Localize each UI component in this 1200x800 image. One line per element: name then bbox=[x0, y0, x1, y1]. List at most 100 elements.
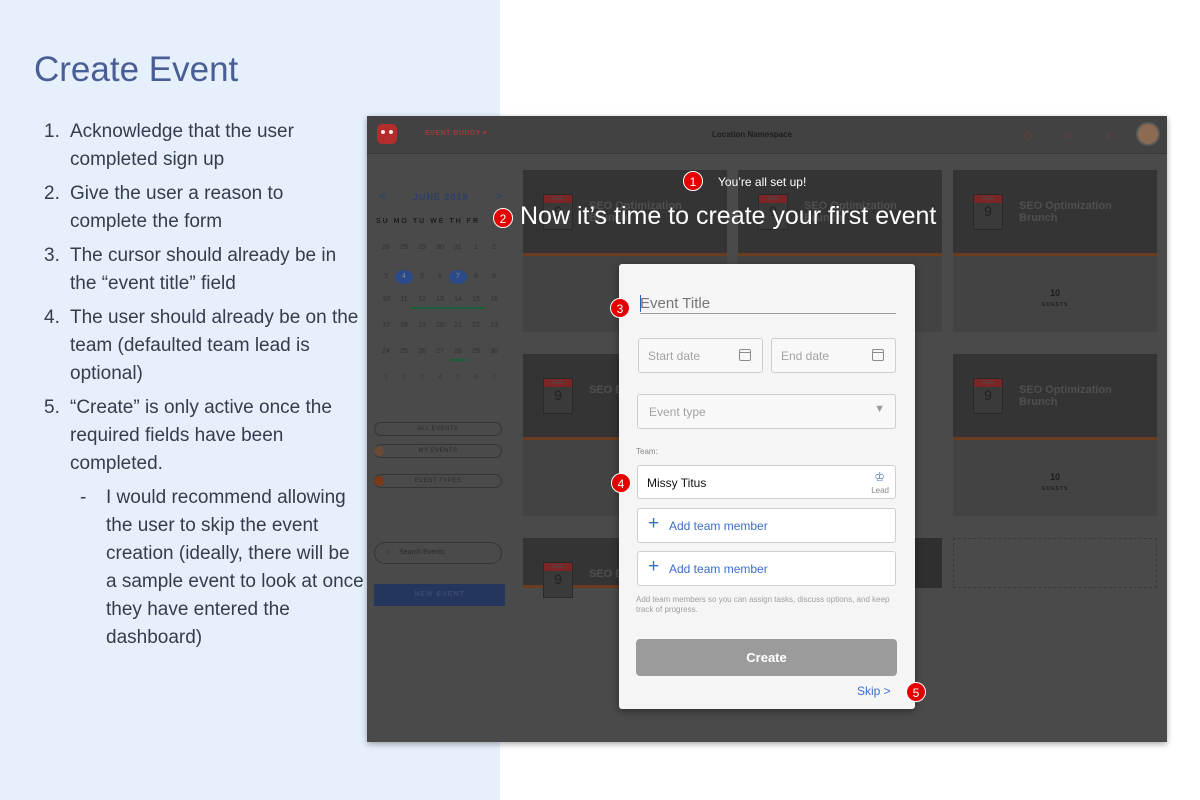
filter-all-events[interactable]: ALL EVENTS bbox=[374, 422, 502, 436]
calendar-day-label: 4 bbox=[395, 270, 413, 284]
empty-card-slot[interactable] bbox=[953, 538, 1157, 588]
new-event-button[interactable]: NEW EVENT bbox=[374, 584, 505, 606]
calendar-day[interactable]: 17 bbox=[377, 322, 395, 329]
calendar-day[interactable]: 3 bbox=[377, 273, 395, 280]
calendar-day[interactable]: 21 bbox=[449, 322, 467, 329]
subnote-dash: - bbox=[80, 487, 87, 508]
calendar-day[interactable]: 29 bbox=[413, 244, 431, 251]
guest-count: 10 GUESTS bbox=[953, 288, 1157, 308]
start-date-field[interactable]: Start date bbox=[638, 338, 763, 373]
event-card-date: 9 bbox=[973, 194, 1003, 230]
calendar-range-underline bbox=[449, 359, 467, 361]
calendar-day[interactable]: 1 bbox=[377, 374, 395, 381]
calendar-day[interactable]: 19 bbox=[413, 322, 431, 329]
note-number: 3. bbox=[44, 245, 60, 266]
calendar-day[interactable]: 30 bbox=[431, 244, 449, 251]
note-item: 2. Give the user a reason to complete the… bbox=[44, 180, 364, 236]
step-badge-4: 4 bbox=[611, 473, 631, 493]
create-button[interactable]: Create bbox=[636, 639, 897, 676]
calendar-day[interactable]: 28 bbox=[377, 244, 395, 251]
filter-event-types-label: EVENT TYPES bbox=[414, 478, 462, 484]
team-helper-text: Add team members so you can assign tasks… bbox=[636, 595, 890, 614]
team-label: Team: bbox=[636, 447, 658, 456]
avatar[interactable] bbox=[1136, 122, 1160, 146]
app-name-dropdown[interactable]: EVENT BUDDY ▾ bbox=[425, 129, 487, 137]
calendar-day[interactable]: 27 bbox=[431, 348, 449, 355]
event-card-date: 9 bbox=[973, 378, 1003, 414]
end-date-field[interactable]: End date bbox=[771, 338, 896, 373]
calendar-day[interactable]: 1 bbox=[467, 244, 485, 251]
notes-list: 1. Acknowledge that the user completed si… bbox=[44, 118, 364, 652]
search-icon[interactable]: ○ bbox=[1057, 124, 1079, 146]
calendar-day[interactable]: 16 bbox=[485, 296, 503, 303]
chevron-down-icon: ▾ bbox=[483, 130, 488, 137]
bell-icon[interactable]: ♪ bbox=[1097, 124, 1119, 146]
note-item: 4. The user should already be on the team… bbox=[44, 304, 364, 388]
create-event-modal: Start date End date Event type ▼ Team: Mi… bbox=[619, 264, 915, 709]
add-team-member-button[interactable]: + Add team member bbox=[637, 508, 896, 543]
search-events-input[interactable]: ○ Search Events bbox=[374, 542, 502, 564]
calendar-day[interactable]: 2 bbox=[485, 244, 503, 251]
calendar-day[interactable]: 23 bbox=[485, 322, 503, 329]
calendar-day[interactable]: 12 bbox=[413, 296, 431, 303]
app-logo-icon[interactable] bbox=[377, 124, 397, 144]
calendar-day[interactable]: 13 bbox=[431, 296, 449, 303]
start-date-placeholder: Start date bbox=[648, 349, 701, 363]
calendar-day[interactable]: 26 bbox=[413, 348, 431, 355]
calendar-day[interactable]: 18 bbox=[395, 322, 413, 329]
calendar-icon bbox=[739, 349, 751, 361]
calendar-day[interactable]: 14 bbox=[449, 296, 467, 303]
event-card[interactable]: 9 SEO Optimization Brunch 10 GUESTS bbox=[953, 354, 1157, 516]
event-card-title: SEO Optimization Brunch bbox=[1019, 200, 1112, 224]
skip-link[interactable]: Skip > bbox=[857, 684, 891, 698]
calendar-day[interactable]: 9 bbox=[485, 273, 503, 280]
calendar-month: JUNE 2018 bbox=[413, 192, 469, 202]
calendar-day-selected[interactable]: 4 bbox=[395, 270, 413, 284]
calendar-day[interactable]: 5 bbox=[413, 273, 431, 280]
calendar-day[interactable]: 29 bbox=[467, 348, 485, 355]
filter-my-events[interactable]: MY EVENTS bbox=[374, 444, 502, 458]
event-card-date: 9 bbox=[543, 378, 573, 414]
calendar-day[interactable]: 20 bbox=[431, 322, 449, 329]
calendar-day[interactable]: 7 bbox=[485, 374, 503, 381]
calendar-day[interactable]: 28 bbox=[449, 348, 467, 355]
event-card[interactable]: 9 SEO Optimization Brunch 10 GUESTS bbox=[953, 170, 1157, 332]
calendar-week: 24 25 26 27 28 29 30 bbox=[377, 348, 503, 355]
calendar-day[interactable]: 31 bbox=[449, 244, 467, 251]
onboarding-headline: Now it’s time to create your first event bbox=[520, 202, 937, 230]
step-badge-1: 1 bbox=[683, 171, 703, 191]
add-team-member-button[interactable]: + Add team member bbox=[637, 551, 896, 586]
plus-icon: + bbox=[648, 513, 660, 534]
subnote-text: I would recommend allowing the user to s… bbox=[106, 487, 364, 648]
calendar-day[interactable]: 29 bbox=[395, 244, 413, 251]
event-card-date: 9 bbox=[543, 562, 573, 598]
note-text: The cursor should already be in the “eve… bbox=[70, 245, 337, 294]
calendar-day[interactable]: 2 bbox=[395, 374, 413, 381]
tag-icon[interactable]: ◇ bbox=[1017, 124, 1039, 146]
event-title-input[interactable] bbox=[640, 294, 896, 314]
calendar-prev-button[interactable]: < bbox=[379, 188, 387, 203]
filter-event-types[interactable]: EVENT TYPES bbox=[374, 474, 502, 488]
calendar-icon bbox=[872, 349, 884, 361]
calendar-day[interactable]: 8 bbox=[467, 273, 485, 280]
event-type-select[interactable]: Event type ▼ bbox=[637, 394, 896, 429]
calendar-day[interactable]: 24 bbox=[377, 348, 395, 355]
calendar-day[interactable]: 4 bbox=[431, 374, 449, 381]
calendar-day[interactable]: 15 bbox=[467, 296, 485, 303]
calendar-day[interactable]: 22 bbox=[467, 322, 485, 329]
crown-icon[interactable]: ♔ bbox=[874, 470, 885, 484]
calendar-day[interactable]: 6 bbox=[467, 374, 485, 381]
team-member-row[interactable]: Missy Titus ♔ Lead bbox=[637, 465, 896, 499]
note-item: 5. “Create” is only active once the requi… bbox=[44, 394, 364, 478]
note-number: 2. bbox=[44, 183, 60, 204]
calendar-day-selected[interactable]: 7 bbox=[449, 270, 467, 284]
calendar-day[interactable]: 30 bbox=[485, 348, 503, 355]
calendar-day[interactable]: 3 bbox=[413, 374, 431, 381]
calendar-day[interactable]: 5 bbox=[449, 374, 467, 381]
calendar-day[interactable]: 6 bbox=[431, 273, 449, 280]
calendar-day[interactable]: 10 bbox=[377, 296, 395, 303]
calendar-day[interactable]: 11 bbox=[395, 296, 413, 303]
calendar-day[interactable]: 25 bbox=[395, 348, 413, 355]
step-badge-3: 3 bbox=[610, 298, 630, 318]
calendar-next-button[interactable]: > bbox=[495, 188, 503, 203]
